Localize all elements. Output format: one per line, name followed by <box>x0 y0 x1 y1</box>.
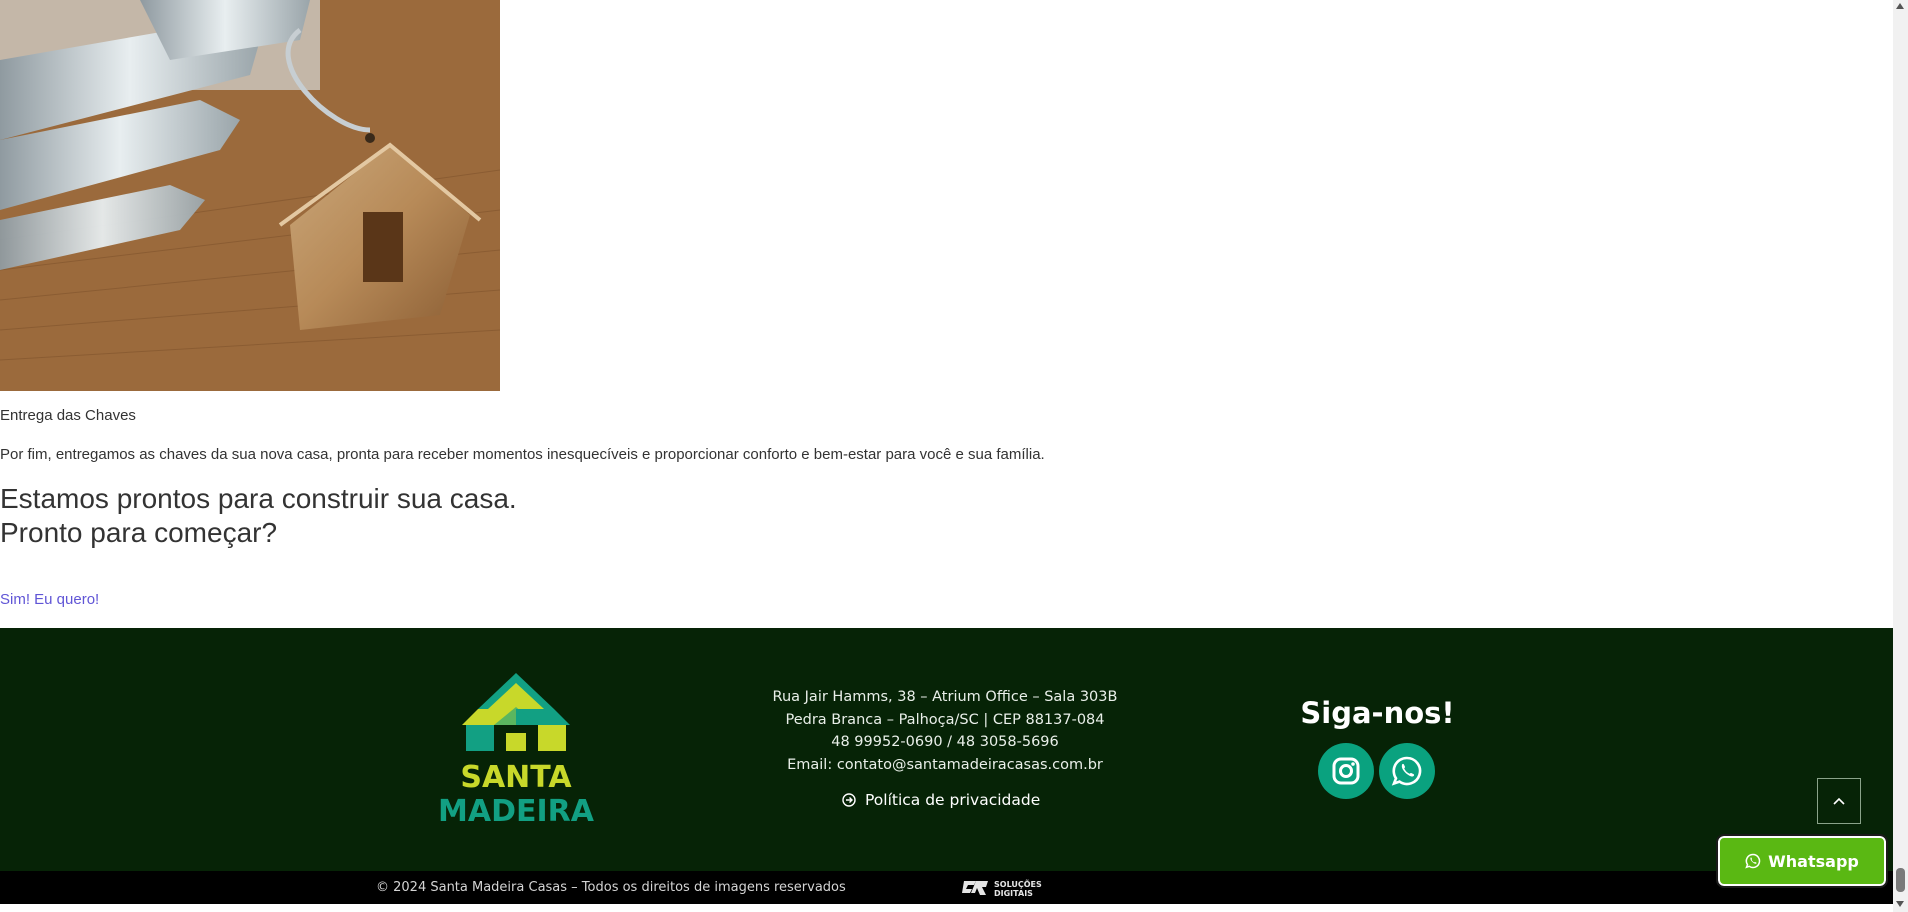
address-city-line: Pedra Branca – Palhoça/SC | CEP 88137-08… <box>785 711 1105 728</box>
copyright-text: © 2024 Santa Madeira Casas – Todos os di… <box>376 880 846 895</box>
cta-heading: Estamos prontos para construir sua casa.… <box>0 482 517 550</box>
logo-text-madeira: MADEIRA <box>438 794 595 823</box>
privacy-policy-link[interactable]: Política de privacidade <box>842 791 1040 809</box>
logo-text-santa: SANTA <box>460 760 572 795</box>
whatsapp-floating-label: Whatsapp <box>1768 851 1859 871</box>
chevron-up-icon <box>1833 797 1845 805</box>
whatsapp-icon <box>1745 853 1761 869</box>
step-description: Por fim, entregamos as chaves da sua nov… <box>0 446 1045 463</box>
instagram-icon <box>1332 757 1360 785</box>
keys-house-keychain-image <box>0 0 500 391</box>
page-scrollbar[interactable] <box>1893 0 1908 912</box>
santa-madeira-logo[interactable]: SANTA MADEIRA <box>430 673 602 829</box>
scroll-down-arrow-icon[interactable] <box>1896 901 1904 907</box>
instagram-button[interactable] <box>1318 743 1374 799</box>
dev-logo-line1: SOLUÇÕES <box>994 878 1042 889</box>
scroll-to-top-button[interactable] <box>1817 778 1861 824</box>
follow-us-title: Siga-nos! <box>1300 696 1455 730</box>
phone-line: 48 99952-0690 / 48 3058-5696 <box>831 734 1059 750</box>
copyright-bar: © 2024 Santa Madeira Casas – Todos os di… <box>0 871 1893 904</box>
privacy-policy-label: Política de privacidade <box>865 791 1041 809</box>
scrollbar-thumb[interactable] <box>1896 868 1905 892</box>
cta-heading-line1: Estamos prontos para construir sua casa. <box>0 483 517 514</box>
address-line: Rua Jair Hamms, 38 – Atrium Office – Sal… <box>772 689 1118 705</box>
scroll-up-arrow-icon[interactable] <box>1896 3 1904 9</box>
contact-address: Rua Jair Hamms, 38 – Atrium Office – Sal… <box>700 686 1190 776</box>
whatsapp-social-button[interactable] <box>1379 743 1435 799</box>
dev-logo-line2: DIGITAIS <box>994 889 1033 898</box>
whatsapp-floating-button[interactable]: Whatsapp <box>1716 834 1888 888</box>
step-title: Entrega das Chaves <box>0 407 136 424</box>
email-line: Email: contato@santamadeiracasas.com.br <box>787 756 1103 773</box>
footer: SANTA MADEIRA Rua Jair Hamms, 38 – Atriu… <box>0 628 1893 871</box>
solucoes-digitais-logo[interactable]: SOLUÇÕES DIGITAIS <box>962 877 1050 899</box>
whatsapp-icon <box>1391 756 1422 786</box>
cta-yes-link[interactable]: Sim! Eu quero! <box>0 591 99 608</box>
cta-heading-line2: Pronto para começar? <box>0 517 278 548</box>
arrow-circle-right-icon <box>842 793 856 807</box>
